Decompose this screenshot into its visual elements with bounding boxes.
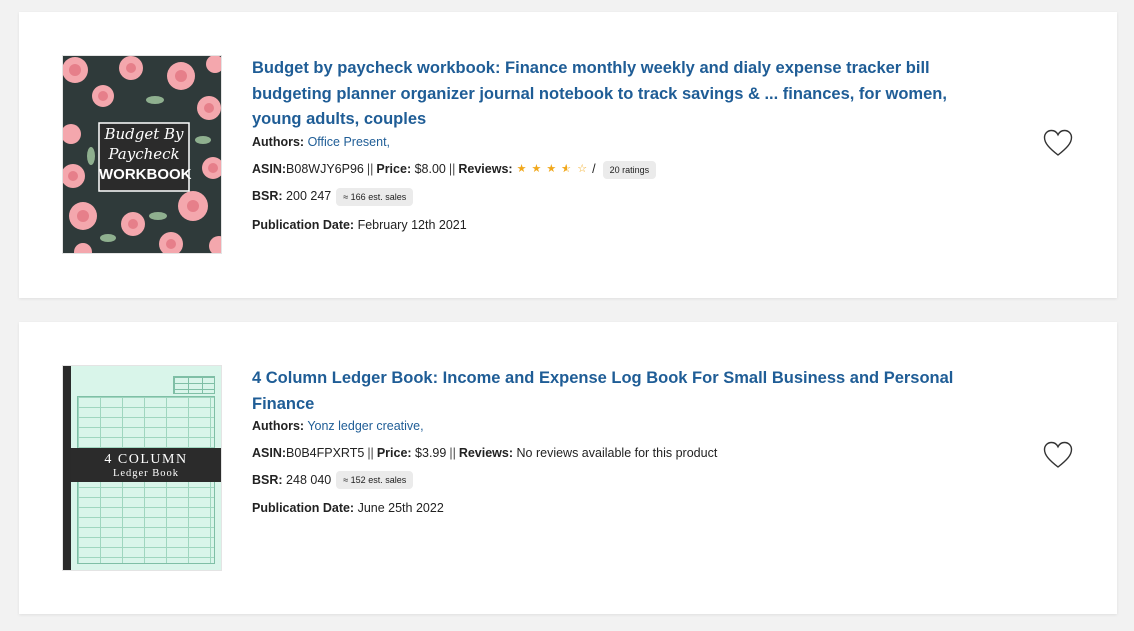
pub-date-value: February 12th 2021 (357, 217, 467, 232)
price-value: $3.99 (415, 446, 447, 460)
heart-outline-icon[interactable] (1043, 129, 1073, 157)
publication-date-row: Publication Date: June 25th 2022 (252, 500, 982, 517)
asin-price-reviews-row: ASIN: B08WJY6P96 || Price: $8.00 || Revie… (252, 160, 982, 179)
publication-date-row: Publication Date: February 12th 2021 (252, 217, 982, 234)
price-label: Price: (376, 162, 412, 176)
ledger-cover-art: 4 COLUMN Ledger Book (63, 366, 221, 570)
book-cover-image[interactable]: 4 COLUMN Ledger Book (62, 365, 222, 571)
star-empty-icon: ☆ (577, 163, 588, 175)
reviews-label: Reviews: (458, 162, 513, 176)
cover-line-2: Ledger Book (112, 468, 180, 479)
ratings-count-badge: 20 ratings (602, 160, 657, 179)
bsr-label: BSR: (252, 472, 283, 487)
asin-price-reviews-row: ASIN: B0B4FPXRT5 || Price: $3.99 || Revie… (252, 445, 982, 462)
cover-line-1: 4 COLUMN (104, 452, 188, 467)
product-card: 4 COLUMN Ledger Book 4 Column Ledger Boo… (19, 322, 1117, 614)
cover-title: Budget By Paycheck WORKBOOK (99, 124, 192, 186)
pub-date-value: June 25th 2022 (357, 501, 444, 515)
cover-mini-grid (173, 376, 215, 394)
authors-label: Authors: (252, 419, 305, 433)
authors-row: Authors: Yonz ledger creative, (252, 418, 982, 435)
pub-date-label: Publication Date: (252, 217, 355, 232)
separator: || (448, 162, 456, 176)
cover-spine (63, 366, 71, 570)
separator: || (366, 162, 374, 176)
product-info: 4 Column Ledger Book: Income and Expense… (252, 366, 982, 517)
price-value: $8.00 (414, 162, 446, 176)
bsr-row: BSR: 248 040 ≈ 152 est. sales (252, 471, 982, 489)
star-icon: ★ (531, 163, 542, 175)
rating-slash: / (592, 162, 596, 176)
star-half-icon: ☆ ★ (561, 163, 572, 175)
separator: || (449, 446, 456, 460)
asin-label: ASIN: (252, 162, 287, 176)
product-info: Budget by paycheck workbook: Finance mon… (252, 56, 982, 234)
reviews-text: No reviews available for this product (516, 446, 718, 460)
cover-line-2: Paycheck (108, 145, 180, 163)
product-card: Budget By Paycheck WORKBOOK Budget by pa… (19, 12, 1117, 298)
reviews-label: Reviews: (458, 446, 514, 460)
bsr-value: 248 040 (286, 472, 332, 487)
cover-line-3: WORKBOOK (99, 166, 192, 183)
asin-value: B08WJY6P96 (286, 162, 364, 176)
asin-value: B0B4FPXRT5 (286, 446, 365, 460)
cover-line-1: Budget By (104, 125, 184, 143)
book-cover-image[interactable]: Budget By Paycheck WORKBOOK (62, 55, 222, 254)
bsr-label: BSR: (252, 189, 283, 203)
heart-outline-icon[interactable] (1043, 441, 1073, 469)
bsr-value: 200 247 (286, 189, 332, 203)
price-label: Price: (376, 446, 412, 460)
asin-label: ASIN: (252, 446, 287, 460)
author-link[interactable]: Office Present, (308, 135, 390, 149)
product-title-link[interactable]: 4 Column Ledger Book: Income and Expense… (252, 366, 982, 417)
separator: || (367, 446, 374, 460)
product-title-link[interactable]: Budget by paycheck workbook: Finance mon… (252, 56, 982, 133)
cover-title-band: 4 COLUMN Ledger Book (71, 448, 221, 482)
est-sales-badge: ≈ 152 est. sales (336, 471, 414, 489)
star-icon: ★ (516, 163, 527, 175)
author-link[interactable]: Yonz ledger creative, (307, 419, 423, 433)
est-sales-badge: ≈ 166 est. sales (336, 187, 414, 206)
authors-label: Authors: (252, 134, 305, 149)
bsr-row: BSR: 200 247 ≈ 166 est. sales (252, 187, 982, 206)
star-icon: ★ (546, 163, 557, 175)
authors-row: Authors: Office Present, (252, 134, 982, 151)
pub-date-label: Publication Date: (252, 501, 355, 515)
star-rating: ★ ★ ★ ☆ ★ ☆ (517, 161, 593, 178)
